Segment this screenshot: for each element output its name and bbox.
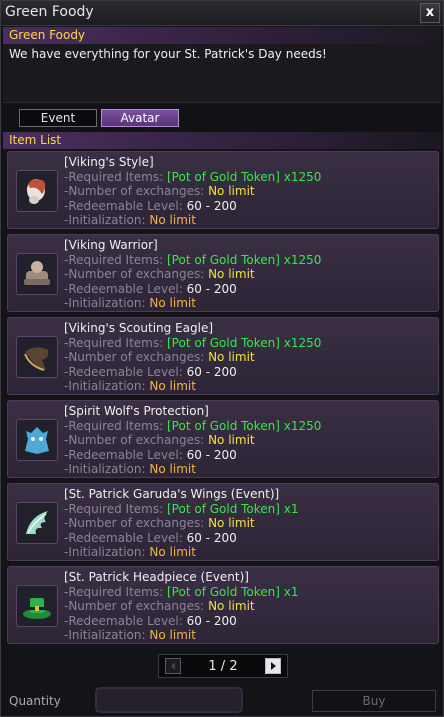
list-item[interactable]: [St. Patrick Garuda's Wings (Event)] -Re… — [7, 483, 439, 561]
init-label: -Initialization: — [64, 462, 146, 476]
exchanges-label: -Number of exchanges: — [64, 433, 205, 447]
window-title: Green Foody — [5, 4, 94, 20]
close-button[interactable]: x — [420, 3, 440, 23]
level-label: -Redeemable Level: — [64, 530, 183, 545]
init-value: No limit — [149, 545, 196, 559]
tab-avatar[interactable]: Avatar — [101, 109, 179, 127]
level-label: -Redeemable Level: — [64, 364, 183, 379]
exchanges-value: No limit — [208, 184, 255, 198]
level-label: -Redeemable Level: — [64, 281, 183, 296]
required-value: [Pot of Gold Token] x1250 — [167, 169, 322, 184]
chevron-right-icon — [271, 662, 276, 670]
level-label: -Redeemable Level: — [64, 447, 183, 462]
viking-style-icon — [16, 170, 58, 212]
item-name: [Viking's Style] — [64, 155, 154, 169]
list-item[interactable]: [Viking Warrior] -Required Items: [Pot o… — [7, 234, 439, 312]
tab-event[interactable]: Event — [19, 109, 97, 127]
init-label: -Initialization: — [64, 628, 146, 642]
init-label: -Initialization: — [64, 296, 146, 310]
viking-warrior-icon — [16, 253, 58, 295]
item-name: [St. Patrick Garuda's Wings (Event)] — [64, 487, 280, 501]
required-label: -Required Items: — [64, 584, 164, 599]
exchanges-label: -Number of exchanges: — [64, 350, 205, 364]
next-page-button[interactable] — [265, 658, 281, 674]
item-list: [Viking's Style] -Required Items: [Pot o… — [3, 149, 441, 651]
exchanges-label: -Number of exchanges: — [64, 184, 205, 198]
init-value: No limit — [149, 628, 196, 642]
title-bar[interactable]: Green Foody x — [1, 1, 443, 26]
garuda-wings-icon — [16, 502, 58, 544]
init-value: No limit — [149, 379, 196, 393]
exchanges-value: No limit — [208, 267, 255, 281]
list-item[interactable]: [Viking's Style] -Required Items: [Pot o… — [7, 151, 439, 229]
shop-window: Green Foody x Green Foody We have everyt… — [0, 0, 444, 717]
list-item[interactable]: [St. Patrick Headpiece (Event)] -Require… — [7, 566, 439, 644]
exchanges-label: -Number of exchanges: — [64, 267, 205, 281]
exchanges-label: -Number of exchanges: — [64, 516, 205, 530]
item-name: [Viking Warrior] — [64, 238, 158, 252]
quantity-label: Quantity — [9, 694, 61, 708]
item-name: [St. Patrick Headpiece (Event)] — [64, 570, 249, 584]
buy-button[interactable]: Buy — [312, 690, 436, 712]
spirit-wolf-icon — [16, 419, 58, 461]
list-item[interactable]: [Viking's Scouting Eagle] -Required Item… — [7, 317, 439, 395]
required-label: -Required Items: — [64, 169, 164, 184]
required-value: [Pot of Gold Token] x1250 — [167, 418, 322, 433]
exchanges-value: No limit — [208, 516, 255, 530]
required-label: -Required Items: — [64, 501, 164, 516]
init-label: -Initialization: — [64, 379, 146, 393]
init-label: -Initialization: — [64, 213, 146, 227]
exchanges-value: No limit — [208, 433, 255, 447]
required-value: [Pot of Gold Token] x1 — [167, 501, 299, 516]
item-name: [Spirit Wolf's Protection] — [64, 404, 209, 418]
tab-bar: Event Avatar — [3, 104, 441, 132]
exchanges-label: -Number of exchanges: — [64, 599, 205, 613]
eagle-icon — [16, 336, 58, 378]
init-value: No limit — [149, 296, 196, 310]
init-value: No limit — [149, 462, 196, 476]
green-hat-icon — [16, 585, 58, 627]
init-value: No limit — [149, 213, 196, 227]
level-label: -Redeemable Level: — [64, 198, 183, 213]
level-value: 60 - 200 — [186, 364, 237, 379]
npc-dialog: Green Foody We have everything for your … — [3, 27, 441, 103]
init-label: -Initialization: — [64, 545, 146, 559]
level-value: 60 - 200 — [186, 613, 237, 628]
required-value: [Pot of Gold Token] x1250 — [167, 252, 322, 267]
required-label: -Required Items: — [64, 335, 164, 350]
exchanges-value: No limit — [208, 350, 255, 364]
required-value: [Pot of Gold Token] x1250 — [167, 335, 322, 350]
npc-name: Green Foody — [3, 27, 441, 44]
level-value: 60 - 200 — [186, 447, 237, 462]
level-value: 60 - 200 — [186, 281, 237, 296]
item-name: [Viking's Scouting Eagle] — [64, 321, 214, 335]
required-label: -Required Items: — [64, 418, 164, 433]
level-value: 60 - 200 — [186, 198, 237, 213]
quantity-input[interactable] — [95, 687, 243, 713]
required-value: [Pot of Gold Token] x1 — [167, 584, 299, 599]
exchanges-value: No limit — [208, 599, 255, 613]
item-list-header: Item List — [3, 132, 441, 149]
required-label: -Required Items: — [64, 252, 164, 267]
pagination: 1 / 2 — [158, 654, 288, 678]
npc-greeting: We have everything for your St. Patrick'… — [9, 47, 327, 61]
list-item[interactable]: [Spirit Wolf's Protection] -Required Ite… — [7, 400, 439, 478]
level-value: 60 - 200 — [186, 530, 237, 545]
level-label: -Redeemable Level: — [64, 613, 183, 628]
